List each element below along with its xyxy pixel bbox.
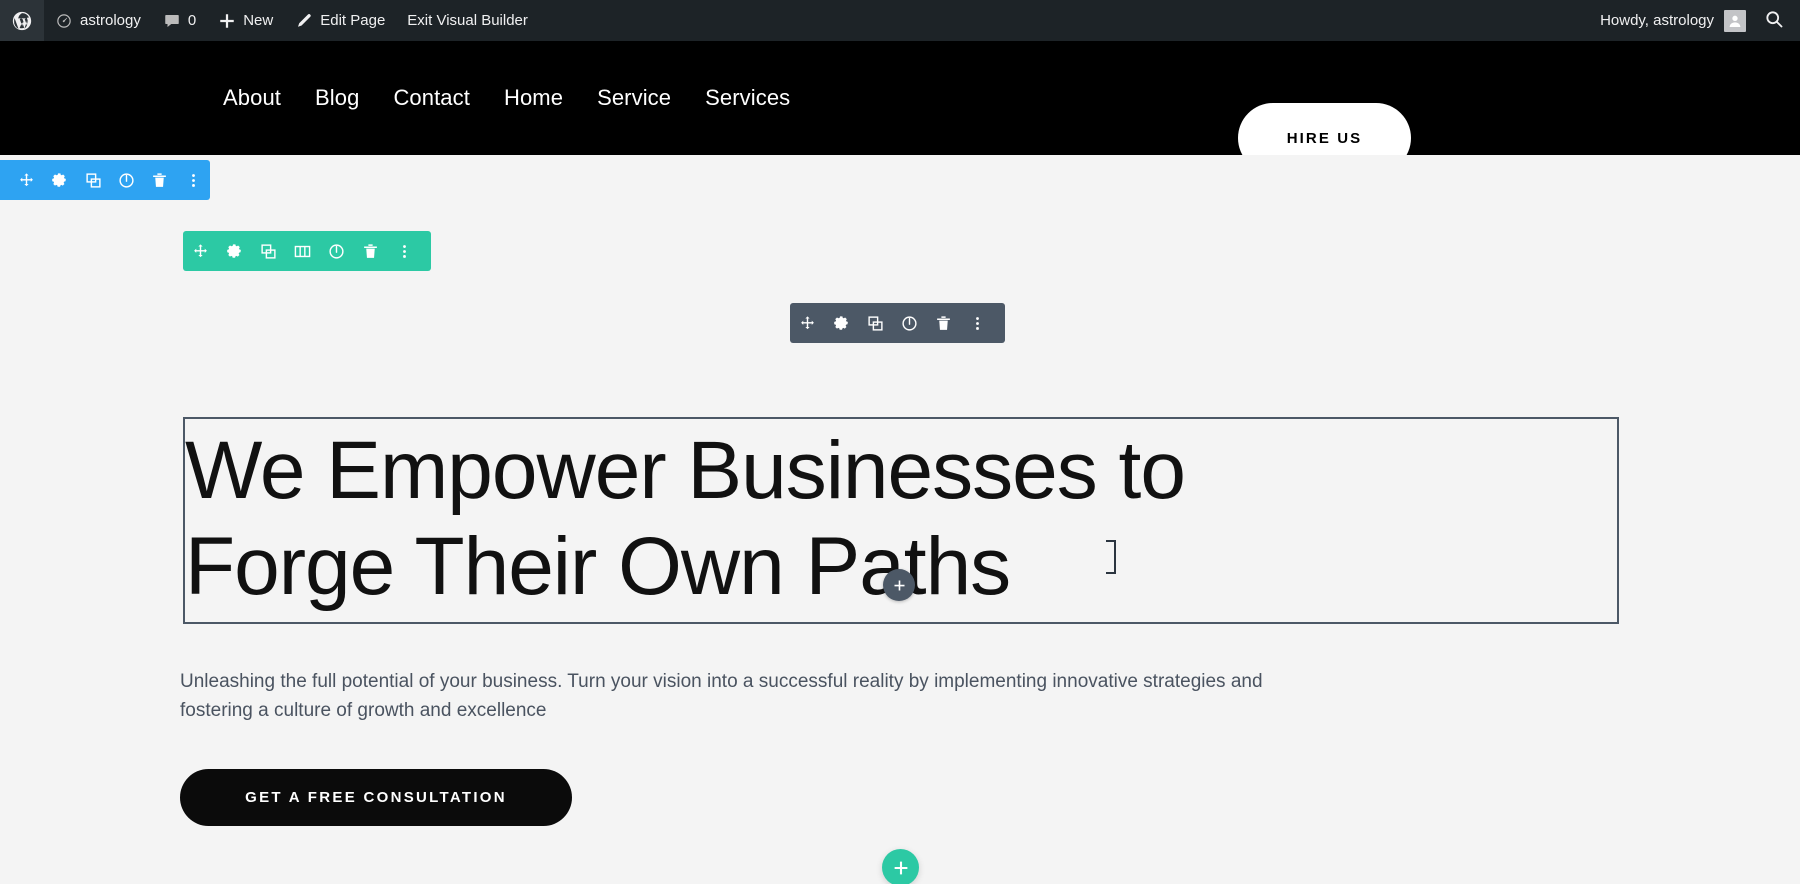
hero-subtext: Unleashing the full potential of your bu… [180, 671, 1263, 721]
nav-item-about[interactable]: About [206, 85, 298, 111]
row-duplicate-button[interactable] [251, 231, 285, 271]
comments-count: 0 [187, 12, 197, 29]
account-menu[interactable]: Howdy, astrology [1590, 0, 1756, 41]
site-name-label: astrology [80, 12, 141, 29]
section-disable-button[interactable] [110, 160, 143, 200]
module-duplicate-button[interactable] [858, 303, 892, 343]
comment-bubble-icon [163, 12, 181, 30]
user-avatar-icon [1724, 9, 1746, 32]
site-header: About Blog Contact Home Service Services… [0, 41, 1800, 173]
row-delete-button[interactable] [353, 231, 387, 271]
new-label: New [243, 12, 274, 29]
module-more-button[interactable] [960, 303, 994, 343]
search-icon [1764, 9, 1784, 33]
visual-builder-screen: astrology 0 New Edit Page Exit Visual Bu… [0, 0, 1800, 884]
plus-icon [218, 12, 236, 30]
nav-item-service[interactable]: Service [580, 85, 688, 111]
section-more-button[interactable] [177, 160, 210, 200]
builder-canvas: We Empower Businesses to Forge Their Own… [0, 155, 1800, 884]
module-toolbar [790, 303, 1005, 343]
comments-button[interactable]: 0 [152, 0, 207, 41]
module-delete-button[interactable] [926, 303, 960, 343]
inline-add-module-button[interactable] [883, 569, 915, 601]
section-delete-button[interactable] [143, 160, 176, 200]
row-toolbar [183, 231, 431, 271]
module-disable-button[interactable] [892, 303, 926, 343]
adminbar-search-button[interactable] [1756, 0, 1800, 41]
site-name-button[interactable]: astrology [44, 0, 152, 41]
module-move-button[interactable] [790, 303, 824, 343]
text-cursor [1106, 540, 1116, 574]
row-more-button[interactable] [387, 231, 421, 271]
add-row-button[interactable] [882, 849, 919, 884]
row-disable-button[interactable] [319, 231, 353, 271]
get-free-consultation-button[interactable]: GET A FREE CONSULTATION [180, 769, 572, 826]
primary-nav: About Blog Contact Home Service Services [206, 41, 807, 155]
row-columns-button[interactable] [285, 231, 319, 271]
nav-item-services[interactable]: Services [688, 85, 807, 111]
exit-visual-builder-label: Exit Visual Builder [407, 12, 528, 29]
exit-visual-builder-button[interactable]: Exit Visual Builder [396, 0, 539, 41]
nav-item-blog[interactable]: Blog [298, 85, 376, 111]
wp-logo-button[interactable] [0, 0, 44, 41]
edit-page-button[interactable]: Edit Page [284, 0, 396, 41]
section-duplicate-button[interactable] [77, 160, 110, 200]
howdy-label: Howdy, astrology [1600, 12, 1714, 29]
dashboard-speedometer-icon [55, 12, 73, 30]
new-button[interactable]: New [207, 0, 284, 41]
section-move-button[interactable] [10, 160, 43, 200]
row-settings-button[interactable] [217, 231, 251, 271]
module-settings-button[interactable] [824, 303, 858, 343]
section-toolbar [0, 160, 210, 200]
edit-page-label: Edit Page [320, 12, 386, 29]
wordpress-logo-icon [11, 10, 33, 32]
section-settings-button[interactable] [43, 160, 76, 200]
nav-item-home[interactable]: Home [487, 85, 580, 111]
row-move-button[interactable] [183, 231, 217, 271]
wp-admin-bar: astrology 0 New Edit Page Exit Visual Bu… [0, 0, 1800, 41]
pencil-icon [295, 12, 313, 30]
nav-item-contact[interactable]: Contact [376, 85, 487, 111]
